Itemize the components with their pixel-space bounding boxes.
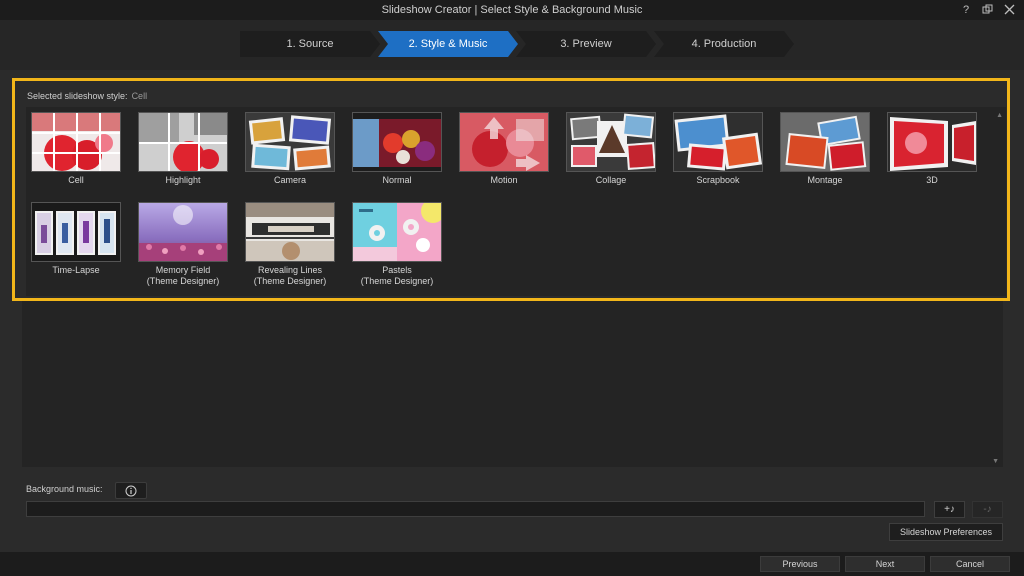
style-tile-pastels[interactable]: Pastels (Theme Designer) [351, 202, 443, 287]
style-tile-label: Collage [595, 175, 627, 185]
step-style-music[interactable]: 2. Style & Music [378, 31, 518, 57]
normal-thumbnail [352, 112, 442, 172]
step-source[interactable]: 1. Source [240, 31, 380, 57]
revealing-lines-thumbnail [245, 202, 335, 262]
collage-thumbnail [566, 112, 656, 172]
title-bar: Slideshow Creator | Select Style & Backg… [0, 0, 1024, 20]
background-music-label: Background music: [26, 484, 103, 494]
style-tile-label: Time-Lapse [52, 265, 100, 275]
style-tile-collage[interactable]: Collage [565, 112, 657, 186]
memory-field-thumbnail [138, 202, 228, 262]
time-lapse-thumbnail [31, 202, 121, 262]
motion-thumbnail [459, 112, 549, 172]
scrapbook-thumbnail [673, 112, 763, 172]
remove-music-button[interactable]: -♪ [972, 501, 1003, 518]
style-tile-label: Motion [490, 175, 518, 185]
selected-style-value: Cell [131, 91, 148, 101]
scroll-up-arrow-icon[interactable]: ▲ [996, 112, 1003, 119]
scroll-down-arrow-icon[interactable]: ▼ [992, 458, 999, 465]
style-tile-3d[interactable]: 3D [886, 112, 978, 186]
3d-thumbnail [887, 112, 977, 172]
style-tile-cell[interactable]: Cell [30, 112, 122, 186]
close-icon[interactable] [1004, 4, 1016, 16]
next-button[interactable]: Next [845, 556, 925, 572]
style-tile-label: Scrapbook [696, 175, 740, 185]
step-production[interactable]: 4. Production [654, 31, 794, 57]
style-tile-normal[interactable]: Normal [351, 112, 443, 186]
wizard-steps: 1. Source 2. Style & Music 3. Preview 4.… [240, 31, 794, 57]
style-tile-scrapbook[interactable]: Scrapbook [672, 112, 764, 186]
style-tile-label: Montage [807, 175, 843, 185]
style-tile-revealing-lines[interactable]: Revealing Lines (Theme Designer) [244, 202, 336, 287]
style-tile-label: 3D [926, 175, 938, 185]
style-selection-panel: Selected slideshow style: Cell ▲ Cell Hi… [12, 78, 1010, 301]
cancel-button[interactable]: Cancel [930, 556, 1010, 572]
style-tile-label: Cell [68, 175, 84, 185]
previous-button[interactable]: Previous [760, 556, 840, 572]
remove-music-icon: -♪ [983, 504, 992, 515]
info-icon [125, 485, 137, 496]
camera-thumbnail [245, 112, 335, 172]
style-grid: ▲ Cell Highlight Camera Normal Motion Co… [26, 107, 1006, 296]
style-tile-label: Revealing Lines (Theme Designer) [253, 265, 327, 286]
cell-thumbnail [31, 112, 121, 172]
style-tile-motion[interactable]: Motion [458, 112, 550, 186]
style-tile-montage[interactable]: Montage [779, 112, 871, 186]
style-list-lower-area: ▼ [22, 301, 1003, 467]
selected-style-label: Selected slideshow style: Cell [27, 91, 148, 101]
wizard-steps-bar: 1. Source 2. Style & Music 3. Preview 4.… [0, 20, 1024, 70]
style-tile-label: Pastels (Theme Designer) [360, 265, 434, 286]
style-tile-camera[interactable]: Camera [244, 112, 336, 186]
help-icon[interactable]: ? [960, 4, 972, 16]
music-info-button[interactable] [115, 482, 147, 499]
montage-thumbnail [780, 112, 870, 172]
step-preview[interactable]: 3. Preview [516, 31, 656, 57]
style-tile-memory-field[interactable]: Memory Field (Theme Designer) [137, 202, 229, 287]
pastels-thumbnail [352, 202, 442, 262]
footer-bar: Previous Next Cancel [0, 552, 1024, 576]
style-tile-label: Memory Field (Theme Designer) [146, 265, 220, 286]
slideshow-preferences-button[interactable]: Slideshow Preferences [889, 523, 1003, 541]
style-tile-highlight[interactable]: Highlight [137, 112, 229, 186]
style-tile-label: Camera [273, 175, 306, 185]
style-tile-label: Normal [382, 175, 412, 185]
style-tile-label: Highlight [165, 175, 201, 185]
add-music-icon: +♪ [944, 504, 955, 515]
restore-icon[interactable] [982, 4, 994, 16]
style-tile-time-lapse[interactable]: Time-Lapse [30, 202, 122, 276]
background-music-field[interactable] [26, 501, 925, 517]
highlight-thumbnail [138, 112, 228, 172]
window-title: Slideshow Creator | Select Style & Backg… [381, 4, 643, 16]
add-music-button[interactable]: +♪ [934, 501, 965, 518]
window-controls: ? [960, 0, 1016, 20]
